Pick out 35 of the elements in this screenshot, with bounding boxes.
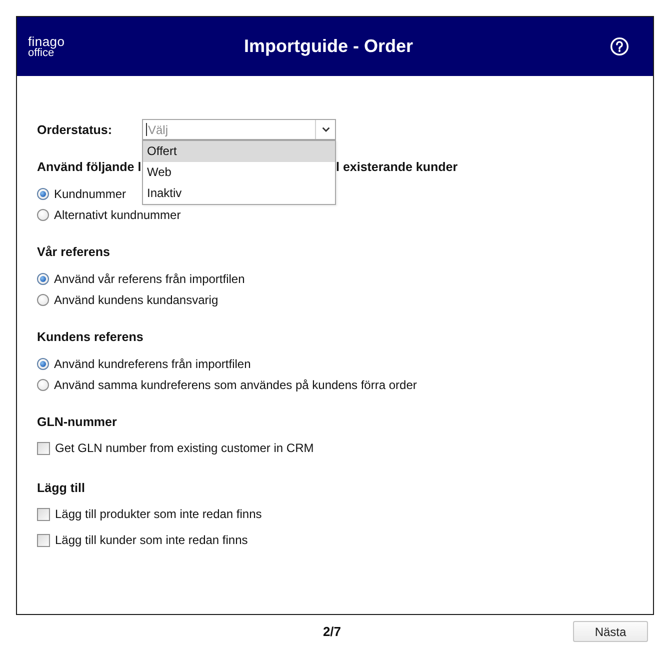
next-button[interactable]: Nästa xyxy=(573,621,648,642)
chevron-down-icon[interactable] xyxy=(322,127,330,132)
checkbox[interactable] xyxy=(37,442,50,454)
option-label: Använd kundreferens från importfilen xyxy=(54,356,251,370)
window-title: Importguide - Order xyxy=(244,36,413,57)
section-heading: GLN-nummer xyxy=(37,415,117,429)
radio-button[interactable] xyxy=(37,358,49,370)
section-heading: Kundens referens xyxy=(37,330,144,344)
option-label: Lägg till produkter som inte redan finns xyxy=(55,507,262,521)
radio-button[interactable] xyxy=(37,208,49,220)
logo-subtitle: office xyxy=(28,48,54,58)
radio-button[interactable] xyxy=(37,294,49,306)
logo-wordmark: finago xyxy=(28,34,65,48)
option-label: Alternativt kundnummer xyxy=(54,208,181,222)
dropdown-option[interactable]: Web xyxy=(143,162,335,183)
option-label: Lägg till kunder som inte redan finns xyxy=(55,533,248,547)
option-label: Använd vår referens från importfilen xyxy=(54,272,245,286)
radio-button[interactable] xyxy=(37,272,49,284)
option-label: Använd kundens kundansvarig xyxy=(54,292,218,306)
radio-button[interactable] xyxy=(37,188,49,200)
radio-button[interactable] xyxy=(37,378,49,390)
option-label: Get GLN number from existing customer in CRM xyxy=(55,441,314,455)
section-heading: Vår referens xyxy=(37,245,110,259)
help-icon[interactable] xyxy=(610,37,629,56)
checkbox[interactable] xyxy=(37,508,50,520)
option-label: Kundnummer xyxy=(54,186,126,200)
section-heading: Använd följande l xyxy=(37,159,142,175)
dropdown-option[interactable]: Inaktiv xyxy=(143,183,335,204)
option-label: Använd samma kundreferens som användes på kundens förra order xyxy=(54,378,417,392)
field-label: Orderstatus: xyxy=(37,122,114,136)
section-heading: l existerande kunder xyxy=(336,159,459,175)
section-heading: Lägg till xyxy=(37,481,85,495)
page-indicator: 2/7 xyxy=(322,623,342,641)
checkbox[interactable] xyxy=(37,534,50,546)
dropdown-option[interactable]: Offert xyxy=(143,141,335,162)
